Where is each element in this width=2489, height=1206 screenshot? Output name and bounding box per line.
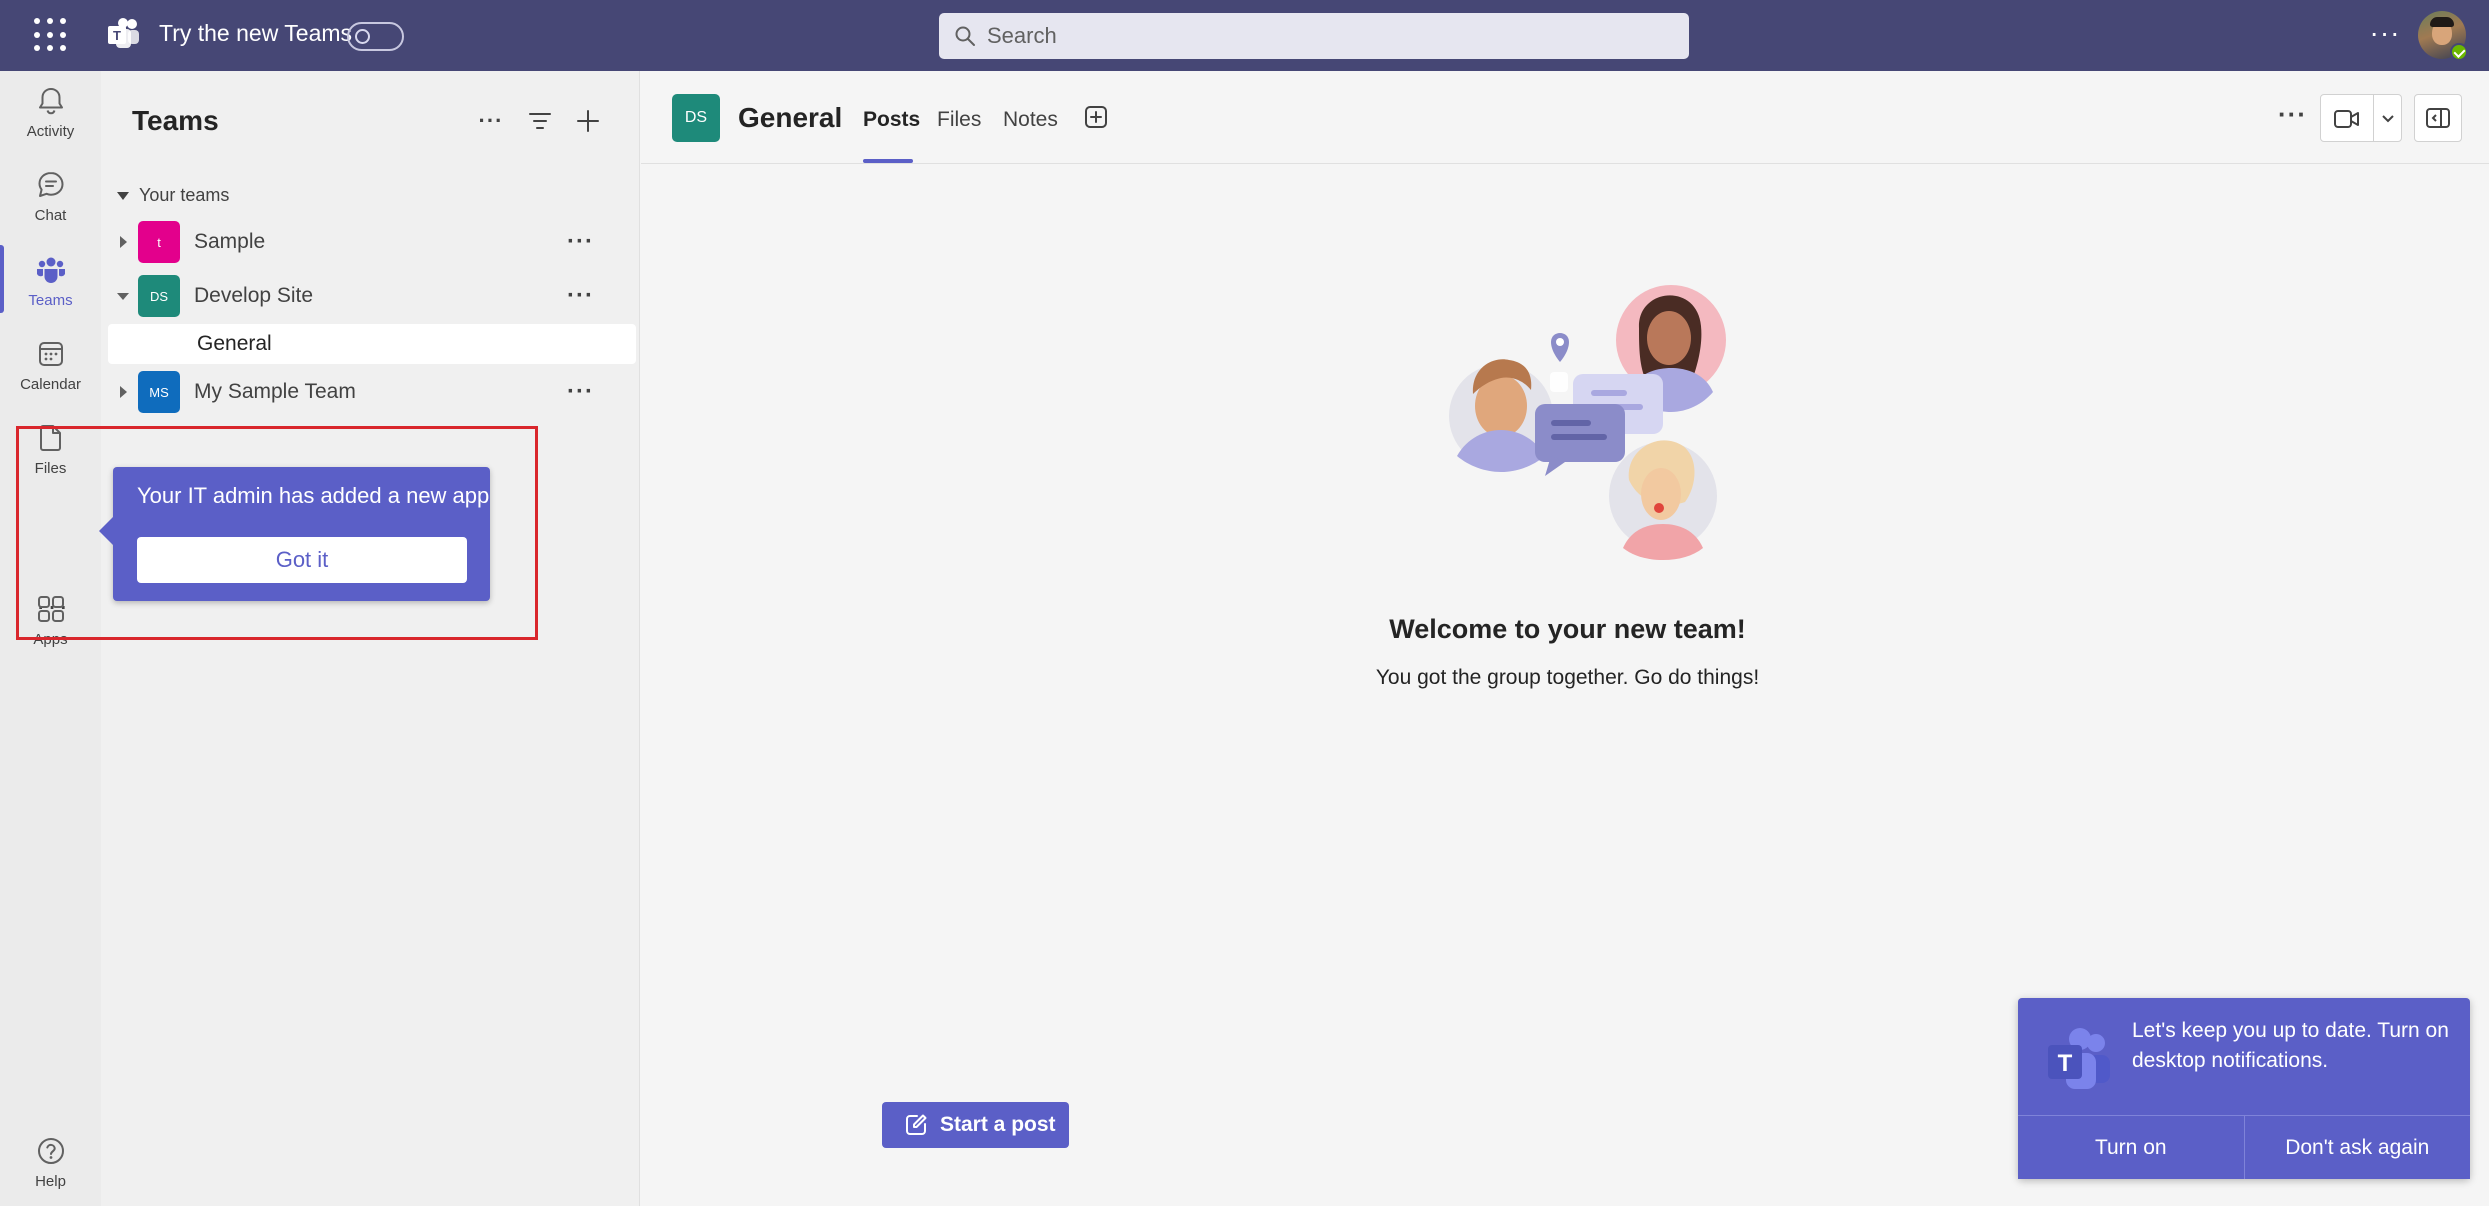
section-label: Your teams — [139, 185, 230, 205]
side-panel-icon — [2426, 108, 2450, 128]
channel-item-general[interactable]: General — [108, 324, 636, 364]
team-avatar: DS — [138, 275, 180, 317]
search-box[interactable] — [939, 13, 1689, 59]
svg-text:T: T — [2058, 1050, 2073, 1077]
try-new-teams-toggle[interactable] — [347, 22, 404, 51]
team-avatar: MS — [138, 371, 180, 413]
channel-team-avatar: DS — [672, 94, 720, 142]
rail-label-teams: Teams — [28, 292, 73, 309]
chat-icon — [38, 172, 63, 197]
rail-item-calendar[interactable]: Calendar — [0, 338, 101, 418]
calendar-icon — [38, 342, 63, 366]
teams-panel: Teams ··· Your teams t Sample ··· DS Dev… — [101, 71, 640, 1206]
start-post-label: Start a post — [940, 1113, 1056, 1136]
add-tab-icon[interactable] — [1083, 104, 1109, 130]
team-name: Develop Site — [194, 284, 314, 307]
app-rail: Activity Chat Teams Calendar Files ··· A… — [0, 71, 101, 1206]
rail-item-apps[interactable]: Apps — [0, 593, 101, 673]
channel-title: General — [738, 102, 843, 133]
toast-message: Let's keep you up to date. Turn on deskt… — [2132, 1019, 2449, 1072]
compose-icon — [906, 1114, 927, 1135]
teams-logo-icon: T — [108, 18, 139, 48]
rail-label-apps: Apps — [33, 631, 68, 648]
help-icon — [37, 1138, 64, 1164]
toast-actions: Turn on Don't ask again — [2018, 1115, 2470, 1179]
chevron-down-icon — [2382, 115, 2394, 123]
filter-icon — [529, 113, 551, 129]
team-name: Sample — [194, 230, 266, 253]
dont-ask-again-button[interactable]: Don't ask again — [2243, 1116, 2470, 1179]
team-row-my-sample-team[interactable]: MS My Sample Team ··· — [101, 368, 640, 416]
available-status-icon — [2450, 43, 2468, 61]
welcome-title: Welcome to your new team! — [1389, 614, 1746, 644]
team-more-button[interactable]: ··· — [567, 282, 594, 310]
team-more-button[interactable]: ··· — [567, 378, 594, 406]
apps-icon — [37, 596, 64, 622]
chevron-down-icon — [117, 191, 129, 200]
your-teams-section[interactable]: Your teams — [117, 185, 229, 206]
rail-item-files[interactable]: Files — [0, 422, 101, 502]
top-bar: T Try the new Teams ··· — [0, 0, 2489, 71]
channel-more-button[interactable]: ··· — [2278, 99, 2307, 130]
app-launcher-icon[interactable] — [34, 18, 68, 52]
tab-posts[interactable]: Posts — [863, 108, 920, 132]
rail-label-activity: Activity — [26, 123, 75, 140]
rail-label-calendar: Calendar — [20, 376, 81, 393]
panel-title: Teams — [132, 105, 219, 136]
video-camera-icon — [2334, 110, 2359, 128]
create-team-button[interactable] — [568, 101, 608, 141]
rail-item-teams[interactable]: Teams — [0, 254, 101, 334]
start-post-button[interactable]: Start a post — [882, 1102, 1069, 1148]
search-icon — [955, 26, 975, 46]
rail-item-chat[interactable]: Chat — [0, 169, 101, 249]
rail-item-activity[interactable]: Activity — [0, 85, 101, 165]
teams-icon — [36, 257, 65, 283]
rail-label-help: Help — [35, 1173, 66, 1190]
more-options-icon: ··· — [478, 108, 504, 133]
team-avatar: t — [138, 221, 180, 263]
notification-toast: T Let's keep you up to date. Turn on des… — [2018, 998, 2470, 1179]
rail-label-files: Files — [34, 460, 67, 477]
panel-more-button[interactable]: ··· — [471, 101, 511, 141]
got-it-button[interactable]: Got it — [137, 537, 467, 583]
file-icon — [39, 425, 61, 451]
callout-text: Your IT admin has added a new app — [137, 483, 490, 508]
try-new-teams-label: Try the new Teams — [159, 20, 353, 46]
search-input[interactable] — [987, 23, 1667, 49]
filter-button[interactable] — [520, 101, 560, 141]
team-row-develop-site[interactable]: DS Develop Site ··· — [101, 272, 640, 320]
tab-notes[interactable]: Notes — [1003, 108, 1058, 132]
welcome-illustration — [1449, 285, 1726, 560]
channel-header: DS General Posts Files Notes ··· — [641, 71, 2489, 164]
team-more-button[interactable]: ··· — [567, 228, 594, 256]
open-side-panel-button[interactable] — [2414, 94, 2462, 142]
teams-logo-icon: T — [2048, 1028, 2110, 1089]
settings-more-button[interactable]: ··· — [2365, 18, 2405, 54]
welcome-subtitle: You got the group together. Go do things… — [1375, 666, 1760, 689]
svg-text:T: T — [113, 28, 121, 43]
meet-button[interactable] — [2320, 94, 2402, 142]
profile-avatar[interactable] — [2418, 11, 2468, 61]
bell-icon — [38, 88, 63, 115]
team-row-sample[interactable]: t Sample ··· — [101, 218, 640, 266]
team-name: My Sample Team — [194, 380, 356, 403]
active-tab-indicator — [863, 159, 913, 163]
new-app-callout: Your IT admin has added a new app Got it — [99, 467, 490, 601]
chevron-down-icon — [117, 292, 129, 300]
rail-label-chat: Chat — [34, 207, 67, 224]
channel-name: General — [197, 332, 272, 355]
tab-files[interactable]: Files — [937, 108, 981, 132]
chevron-right-icon — [120, 236, 127, 248]
plus-icon — [577, 110, 599, 132]
chevron-right-icon — [120, 386, 127, 398]
turn-on-button[interactable]: Turn on — [2018, 1116, 2244, 1179]
rail-item-help[interactable]: Help — [0, 1135, 101, 1206]
